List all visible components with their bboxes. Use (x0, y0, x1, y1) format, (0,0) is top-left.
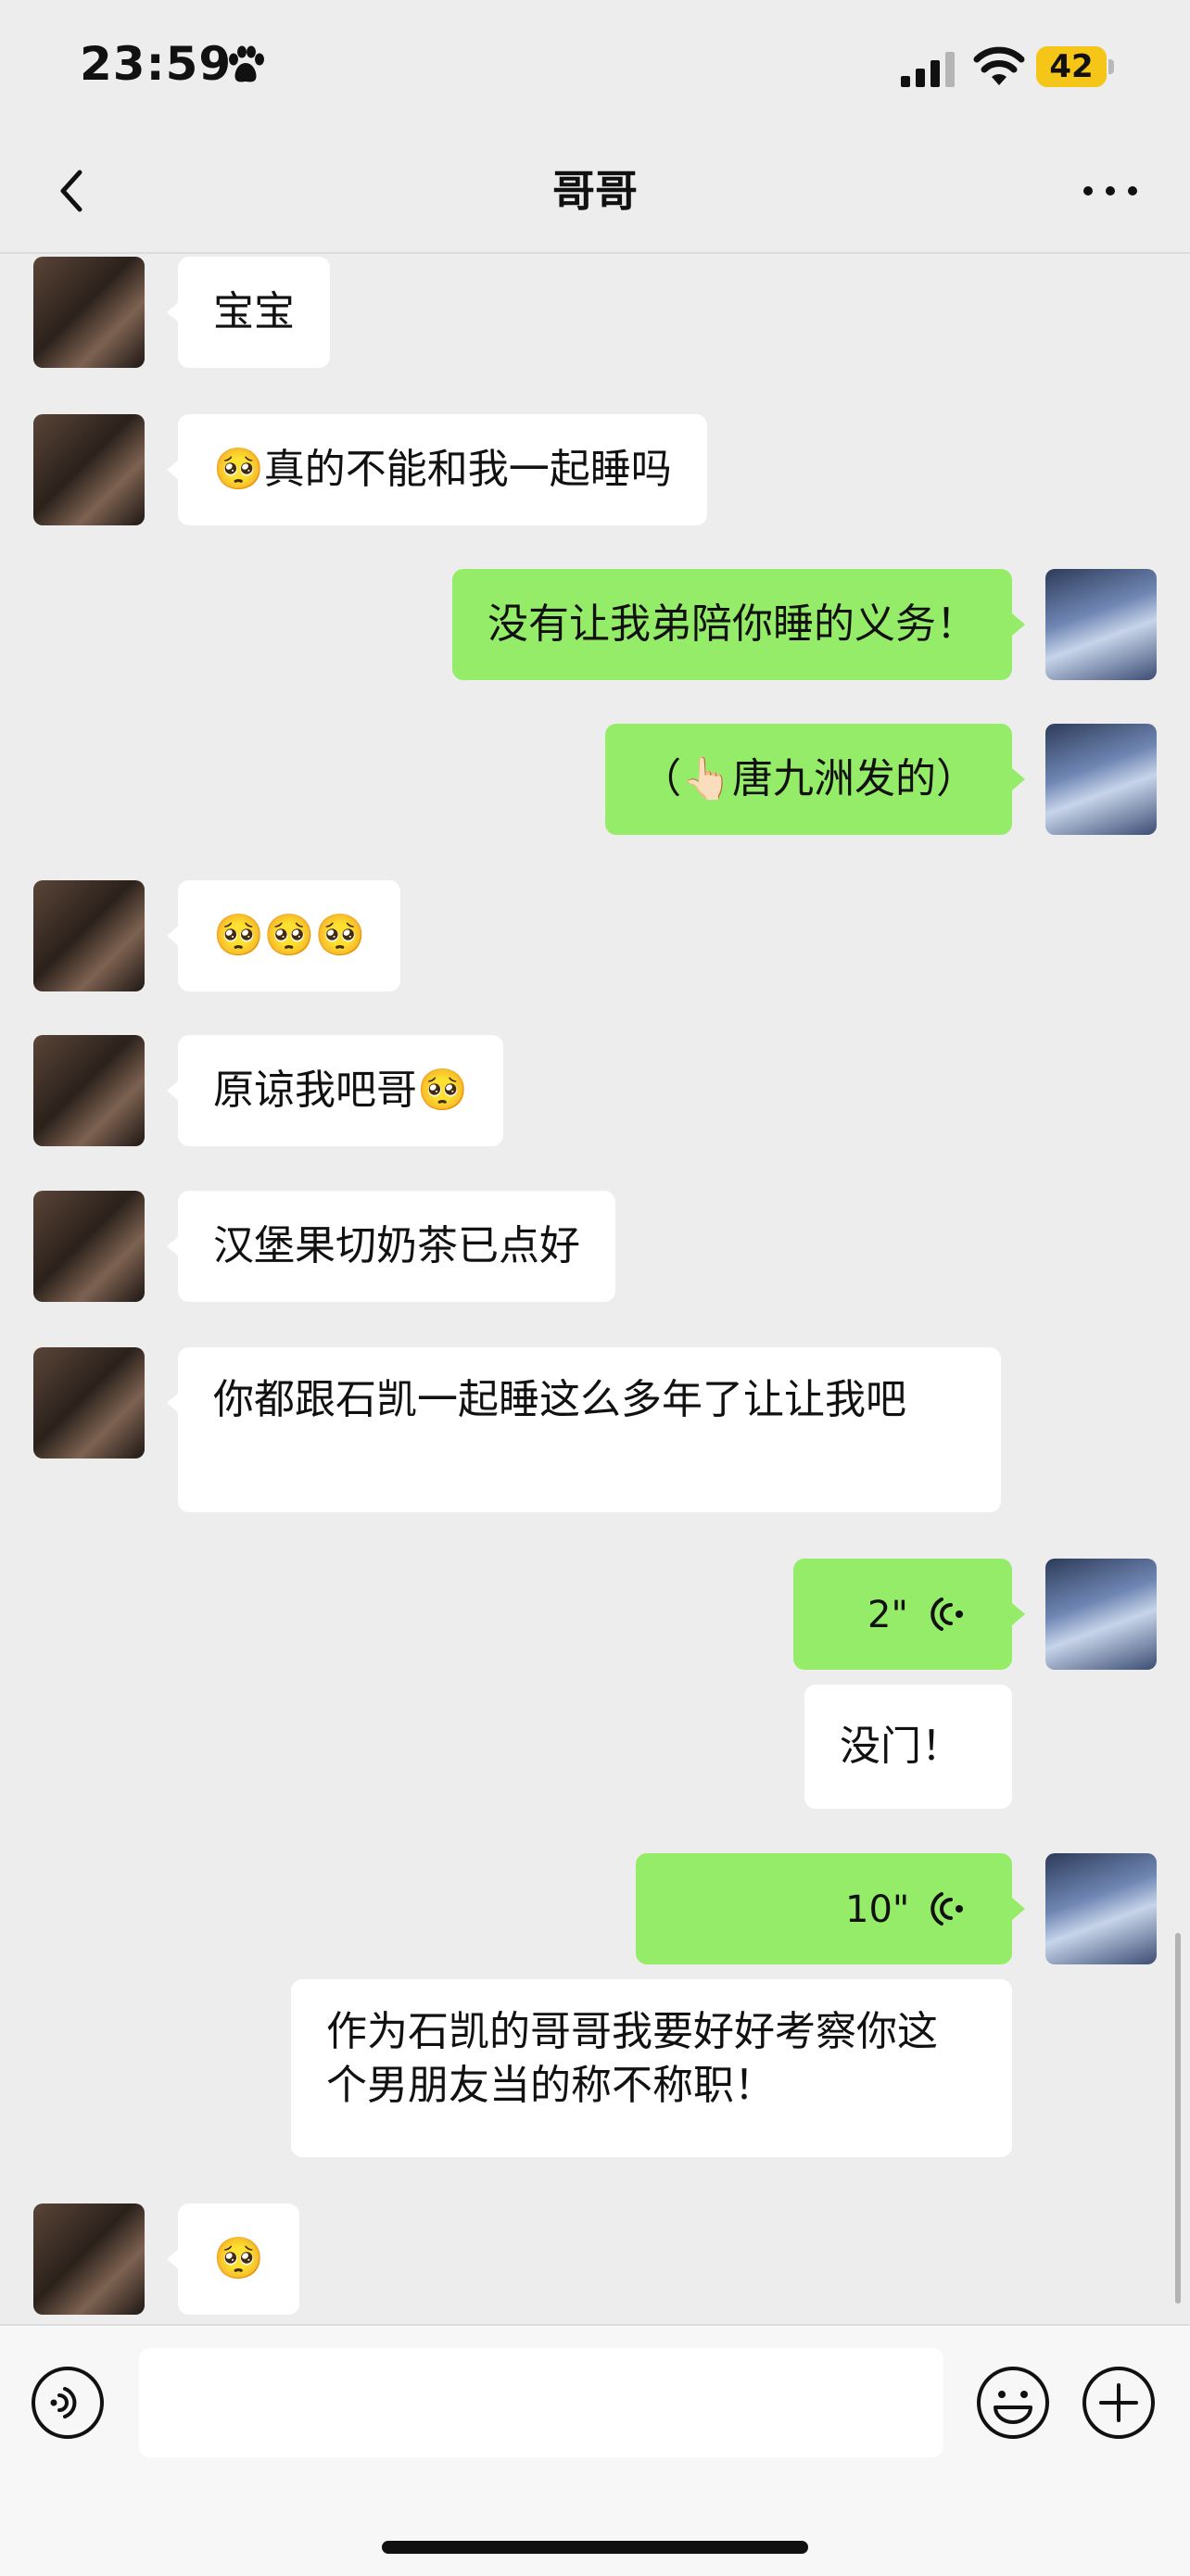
message-bubble[interactable]: 🥺真的不能和我一起睡吗 (178, 414, 707, 525)
chat-title: 哥哥 (552, 166, 638, 216)
contact-avatar[interactable] (33, 880, 145, 991)
contact-avatar[interactable] (33, 1035, 145, 1146)
contact-avatar[interactable] (33, 1347, 145, 1458)
more-icon[interactable] (1075, 163, 1146, 219)
self-avatar[interactable] (1045, 724, 1157, 835)
status-bar: 23:59 42 (0, 0, 1190, 130)
status-time: 23:59 (80, 37, 233, 91)
voice-wave-icon (930, 1597, 963, 1631)
signal-icon (901, 52, 955, 87)
scrollbar[interactable] (1175, 1933, 1181, 2304)
message-bubble[interactable]: 宝宝 (178, 257, 330, 368)
input-bar (0, 2324, 1190, 2576)
message-bubble[interactable]: 🥺🥺🥺 (178, 880, 401, 991)
paw-icon (229, 45, 264, 82)
self-avatar[interactable] (1045, 1853, 1157, 1964)
home-indicator[interactable] (382, 2541, 808, 2554)
message-bubble[interactable]: 汉堡果切奶茶已点好 (178, 1191, 615, 1302)
contact-avatar[interactable] (33, 414, 145, 525)
self-avatar[interactable] (1045, 1559, 1157, 1670)
message-bubble[interactable]: 没门！ (804, 1685, 1012, 1809)
voice-input-icon[interactable] (30, 2365, 106, 2441)
voice-message[interactable]: 10" (636, 1853, 1012, 1964)
contact-avatar[interactable] (33, 2203, 145, 2315)
emoji-icon[interactable] (975, 2365, 1051, 2441)
message-input[interactable] (139, 2348, 943, 2457)
message-bubble[interactable]: （👆🏻唐九洲发的） (605, 724, 1012, 835)
battery-icon: 42 (1036, 46, 1114, 87)
voice-duration: 2" (867, 1594, 908, 1636)
message-bubble[interactable]: 原谅我吧哥🥺 (178, 1035, 503, 1146)
message-bubble[interactable]: 🥺 (178, 2203, 299, 2315)
plus-icon[interactable] (1081, 2365, 1157, 2441)
battery-level: 42 (1049, 48, 1094, 85)
contact-avatar[interactable] (33, 257, 145, 368)
voice-wave-icon (930, 1892, 963, 1926)
message-bubble[interactable]: 你都跟石凯一起睡这么多年了让让我吧 (178, 1347, 1001, 1512)
message-bubble[interactable]: 没有让我弟陪你睡的义务！ (452, 569, 1012, 680)
voice-message[interactable]: 2" (793, 1559, 1012, 1670)
self-avatar[interactable] (1045, 569, 1157, 680)
contact-avatar[interactable] (33, 1191, 145, 1302)
wifi-icon (973, 46, 1025, 85)
message-bubble[interactable]: 作为石凯的哥哥我要好好考察你这个男朋友当的称不称职！ (291, 1979, 1012, 2157)
nav-bar: 哥哥 (0, 130, 1190, 254)
voice-duration: 10" (845, 1888, 910, 1931)
